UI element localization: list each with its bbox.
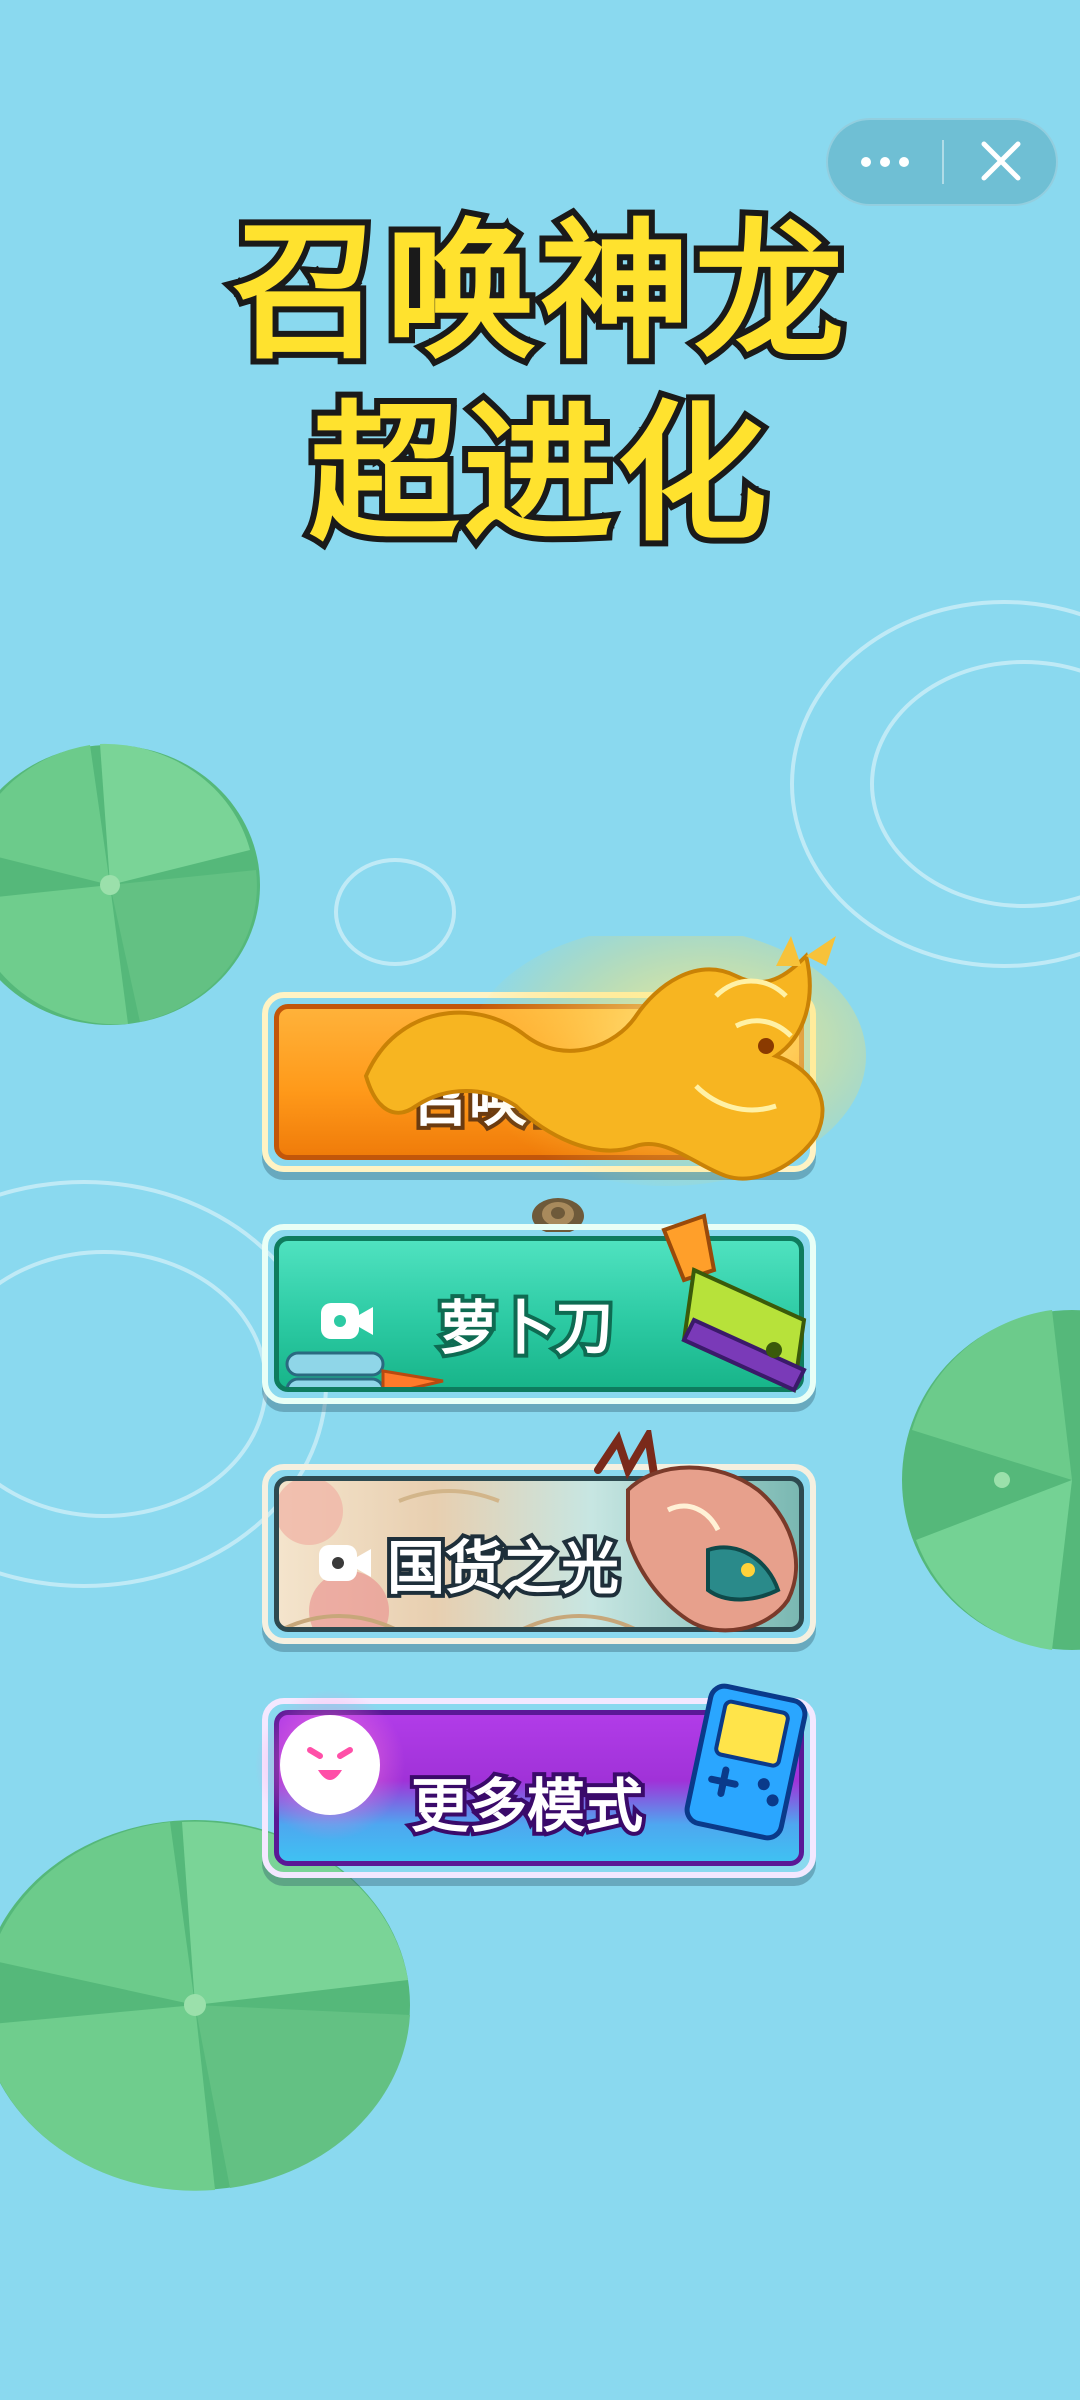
pink-ball-icon — [255, 1690, 405, 1840]
more-modes-label: 更多模式 — [407, 1768, 647, 1844]
lily-pad-image — [902, 1310, 1080, 1650]
video-icon — [319, 1545, 371, 1581]
carrot-icon — [285, 1351, 444, 1387]
game-title-line2: 超进化 — [303, 384, 773, 566]
carrot-knife-label: 萝卜刀 — [435, 1290, 617, 1366]
mini-program-capsule — [826, 118, 1058, 206]
close-icon — [981, 141, 1021, 181]
chinese-dragon-icon — [594, 1430, 798, 1633]
game-start-screen: 召唤神龙 超进化 召唤神龙 萝卜刀 — [0, 0, 1080, 2400]
game-console-icon — [684, 1683, 808, 1841]
video-icon — [321, 1303, 373, 1339]
golden-dragon-icon — [363, 936, 866, 1186]
more-dots-icon — [861, 157, 909, 167]
carrot-knife-icon — [661, 1213, 807, 1393]
game-title-line1: 召唤神龙 — [226, 202, 850, 384]
more-button[interactable] — [828, 120, 942, 204]
close-button[interactable] — [944, 120, 1058, 204]
lily-pad-image — [0, 743, 260, 1025]
